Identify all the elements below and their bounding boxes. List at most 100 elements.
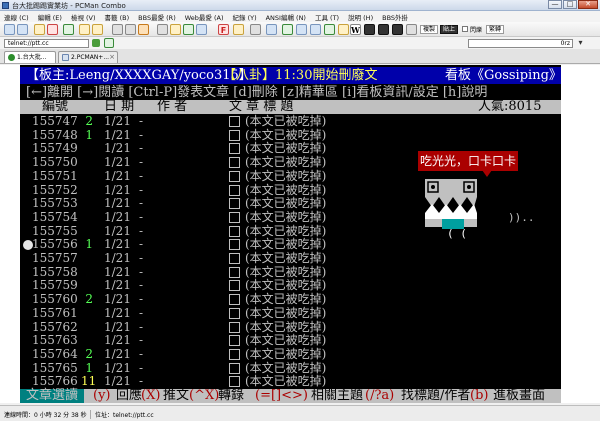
star-icon[interactable] — [338, 24, 349, 35]
online-icon[interactable] — [282, 24, 293, 35]
new-connection-icon[interactable] — [34, 24, 45, 35]
article-row[interactable]: 155760 2 1/21- (本文已被吃掉) — [20, 293, 561, 307]
address-book-icon[interactable] — [79, 24, 90, 35]
article-author: - — [139, 141, 144, 156]
connected-icon — [8, 54, 15, 61]
article-date: 1/21 — [104, 223, 131, 238]
encoding-button[interactable]: 繁轉 — [486, 25, 505, 34]
article-number: 155759 — [32, 278, 78, 293]
menubar: 連線 (C) 編輯 (E) 檢視 (V) 書籤 (B) BBS最愛 (R) We… — [0, 11, 600, 22]
article-author: - — [139, 223, 144, 238]
footer-thread: 相關主題 — [311, 388, 364, 403]
article-title: (本文已被吃掉) — [245, 360, 327, 375]
menu-history[interactable]: 紀錄 (Y) — [233, 12, 257, 22]
go-icon[interactable] — [92, 39, 100, 47]
menu-tools[interactable]: 工具 (T) — [315, 12, 339, 22]
blink-checkbox[interactable] — [462, 26, 468, 32]
blink-label: 閃爍 — [470, 27, 483, 34]
disconnect-icon[interactable] — [47, 24, 58, 35]
favorites-icon[interactable] — [92, 24, 103, 35]
forward-icon[interactable] — [17, 24, 28, 35]
back-icon[interactable] — [4, 24, 15, 35]
article-date: 1/21 — [104, 292, 131, 307]
tab-1[interactable]: 1.台大批... — [4, 51, 56, 63]
push-count: 2 — [85, 114, 93, 128]
search-dropdown-icon[interactable]: ▾ — [576, 38, 585, 48]
monster-pupil-right — [467, 185, 471, 189]
fullscreen-icon[interactable] — [296, 24, 307, 35]
tab-2[interactable]: 2.PCMAN+... × — [58, 51, 118, 63]
close-button[interactable]: ✕ — [578, 0, 598, 9]
connect-icon[interactable] — [104, 38, 114, 48]
board-name: 看板《Gossiping》 — [445, 68, 561, 83]
menu-ansi-edit[interactable]: ANSI編輯 (N) — [266, 12, 306, 22]
article-title: (本文已被吃掉) — [245, 196, 327, 211]
address-input[interactable]: telnet://ptt.cc — [4, 39, 89, 48]
reconnect-icon[interactable] — [63, 24, 74, 35]
ansi-editor-icon[interactable]: F — [218, 24, 229, 35]
chat-icon[interactable] — [310, 24, 321, 35]
article-number: 155761 — [32, 305, 78, 320]
minimize-button[interactable]: — — [548, 0, 562, 9]
article-number: 155754 — [32, 209, 78, 224]
window-icon[interactable] — [266, 24, 277, 35]
article-row[interactable]: 155764 2 1/21- (本文已被吃掉) — [20, 347, 561, 362]
menu-bbs-plugins[interactable]: BBS外掛 — [382, 12, 408, 22]
article-title: (本文已被吃掉) — [245, 292, 327, 307]
paste-icon[interactable] — [125, 24, 136, 35]
footer-forward: 轉錄 — [218, 388, 245, 403]
paste-wrap-icon[interactable] — [138, 24, 149, 35]
article-title: (本文已被吃掉) — [245, 155, 327, 170]
settings-icon[interactable] — [250, 24, 261, 35]
article-number: 155747 — [32, 114, 78, 128]
bookmark-add-icon[interactable] — [233, 24, 244, 35]
article-date: 1/21 — [104, 237, 131, 252]
wikipedia-icon[interactable]: W — [350, 24, 361, 35]
article-number: 155763 — [32, 333, 78, 348]
article-number: 155751 — [32, 168, 78, 183]
article-row[interactable]: 155763 1/21- (本文已被吃掉) — [20, 334, 561, 348]
menu-bookmarks[interactable]: 書籤 (B) — [105, 12, 130, 22]
article-row[interactable]: 155766 11 1/21- (本文已被吃掉) — [20, 375, 561, 389]
article-date: 1/21 — [104, 251, 131, 265]
article-row[interactable]: 155757 1/21- (本文已被吃掉) — [20, 252, 561, 266]
article-title: (本文已被吃掉) — [245, 209, 327, 224]
screen-icon[interactable] — [196, 24, 207, 35]
search-web-icon[interactable] — [392, 24, 403, 35]
tab-close-icon[interactable]: × — [109, 52, 115, 63]
article-row[interactable]: 155761 1/21- (本文已被吃掉) — [20, 305, 561, 321]
menu-web-favorites[interactable]: Web最愛 (A) — [185, 12, 224, 22]
globe-icon[interactable] — [324, 24, 335, 35]
color-icon[interactable] — [183, 24, 194, 35]
article-date: 1/21 — [104, 360, 131, 375]
paste-button[interactable]: 貼上 — [440, 25, 459, 34]
menu-help[interactable]: 說明 (H) — [348, 12, 373, 22]
bbs-terminal[interactable]: 【板主:Leeng/XXXXGAY/yoco315】 【八卦】11:30開始刪廢… — [20, 65, 561, 403]
tab-bar: 1.台大批... 2.PCMAN+... × — [0, 49, 600, 64]
article-status-box — [229, 266, 240, 278]
article-date: 1/21 — [104, 278, 131, 293]
menu-connection[interactable]: 連線 (C) — [4, 12, 29, 22]
article-author: - — [139, 168, 144, 183]
article-status-box — [229, 307, 240, 319]
article-status-box — [229, 253, 240, 264]
search-input[interactable]: 0rz — [468, 39, 573, 48]
maximize-button[interactable]: □ — [563, 0, 577, 9]
menu-bbs-favorites[interactable]: BBS最愛 (R) — [138, 12, 176, 22]
article-number: 155766 — [32, 374, 78, 389]
menu-edit[interactable]: 編輯 (E) — [38, 12, 62, 22]
dictionary-icon[interactable] — [364, 24, 375, 35]
article-number: 155749 — [32, 141, 78, 156]
column-header: 編號 日 期 作 者 文 章 標 題 人氣:8015 — [20, 100, 561, 114]
menu-view[interactable]: 檢視 (V) — [71, 12, 96, 22]
article-row[interactable]: 155747 2 1/21- (本文已被吃掉) — [20, 115, 561, 129]
article-status-box — [229, 116, 240, 127]
article-status-box — [229, 362, 240, 374]
translate-icon[interactable] — [378, 24, 389, 35]
copy-icon[interactable] — [112, 24, 123, 35]
ascii-art-icon[interactable] — [406, 24, 417, 35]
font-icon[interactable] — [170, 24, 181, 35]
article-title: (本文已被吃掉) — [245, 319, 327, 334]
copy-button[interactable]: 複製 — [420, 25, 439, 34]
select-all-icon[interactable] — [157, 24, 168, 35]
